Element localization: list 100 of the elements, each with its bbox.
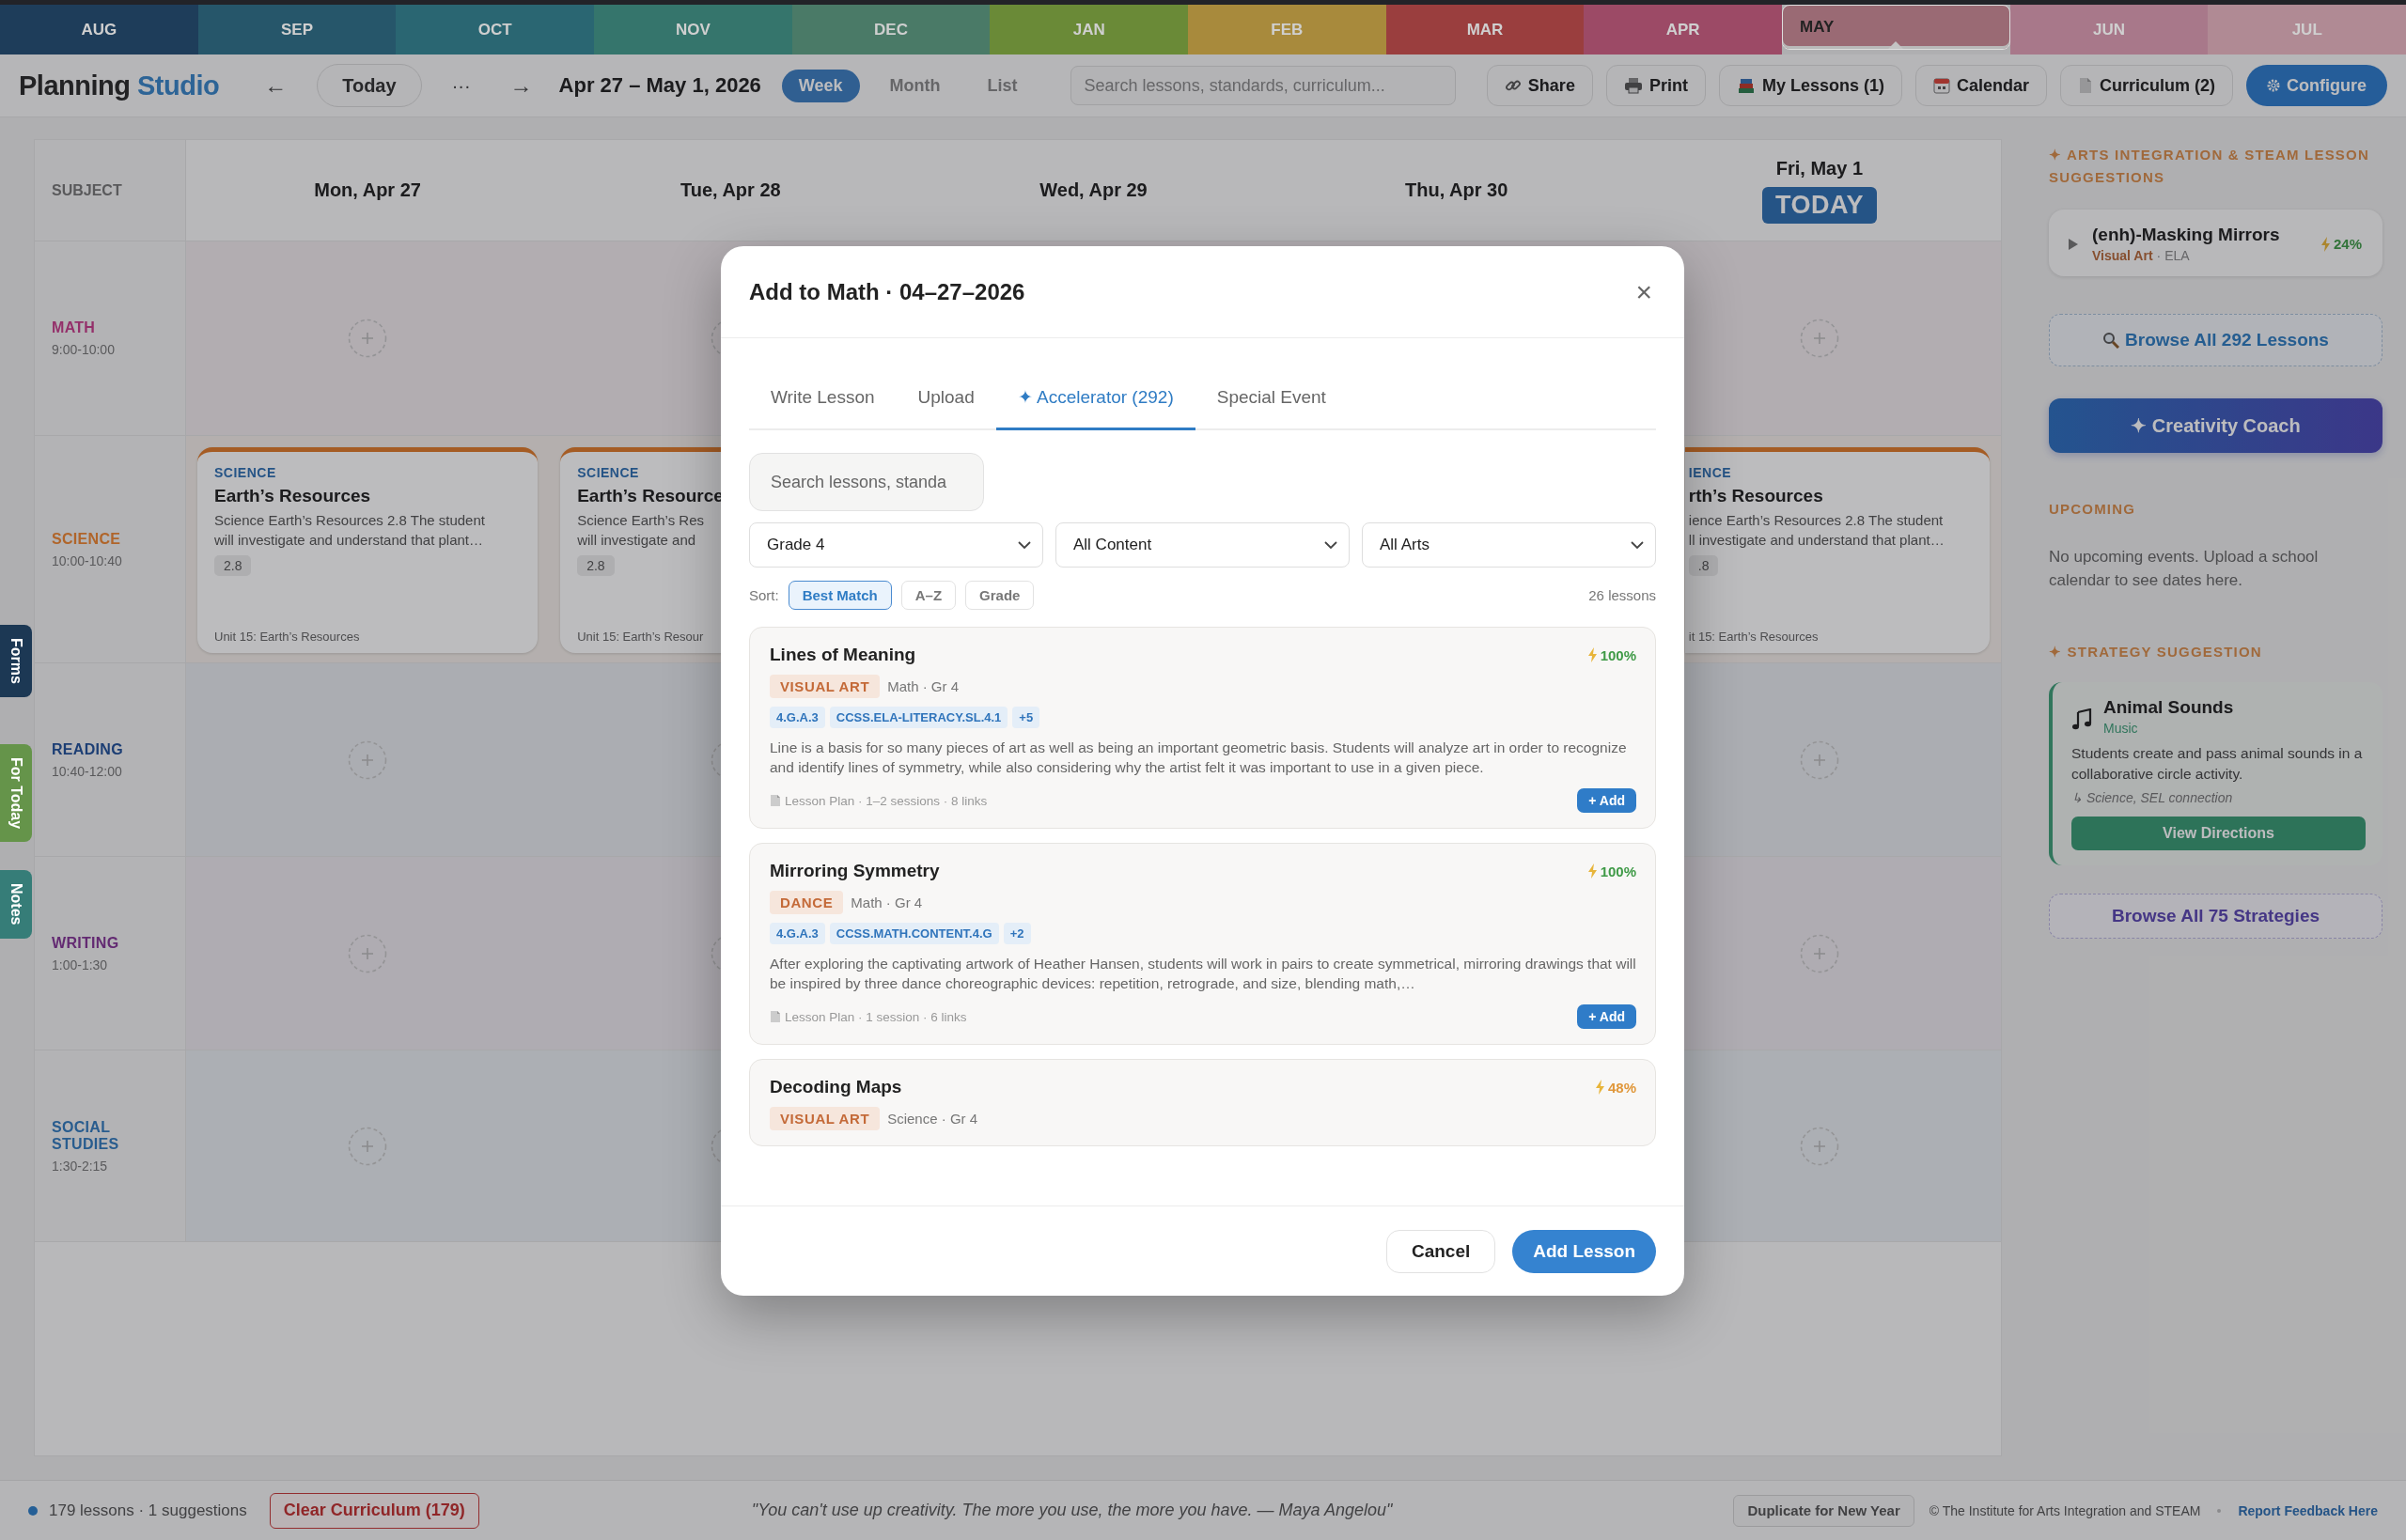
printer-icon (1623, 77, 1643, 94)
chevron-down-icon (1324, 540, 1337, 550)
month-segment[interactable]: MAR (1385, 5, 1585, 54)
add-icon[interactable] (348, 1126, 388, 1166)
cancel-button[interactable]: Cancel (1385, 1229, 1496, 1273)
side-tab[interactable]: For Today (0, 743, 32, 843)
day-header: Mon, Apr 27 (314, 179, 421, 201)
side-tab[interactable]: Forms (0, 625, 32, 697)
filter-dropdown[interactable]: All Arts (1362, 522, 1656, 568)
result-count: 26 lessons (1588, 587, 1656, 603)
toolbar-button[interactable]: Print (1605, 65, 1706, 106)
add-icon[interactable] (1799, 319, 1839, 358)
more-button[interactable]: ··· (442, 74, 480, 97)
day-header: Tue, Apr 28 (680, 179, 781, 201)
search-field[interactable]: Search lessons, standards, curriculum... (1070, 66, 1456, 105)
view-tab[interactable]: List (970, 69, 1035, 102)
suggestion-card[interactable]: (enh)-Masking Mirrors Visual Art · ELA 24% (2049, 210, 2383, 276)
more-tag[interactable]: +5 (1012, 707, 1040, 728)
unit-label: it 15: Earth’s Resources (1688, 630, 1819, 644)
month-segment[interactable]: MAY (1782, 5, 2010, 50)
toolbar-button[interactable]: Calendar (1914, 65, 2047, 106)
add-icon[interactable] (1799, 1126, 1839, 1166)
lesson-card[interactable] (749, 843, 1656, 1045)
close-button[interactable]: × (1632, 277, 1656, 306)
subject-label: · ELA (2156, 248, 2190, 263)
toolbar-button[interactable]: Share (1486, 65, 1593, 106)
section-heading: ✦ ARTS INTEGRATION & STEAM LESSON SUGGESTIONS (2049, 146, 2370, 187)
previous-week-button[interactable]: ← (255, 72, 297, 99)
subject-name: MATH (52, 319, 97, 336)
dialog-title: Add to Math · 04–27–2026 (749, 278, 1025, 305)
month-segment[interactable]: AUG (0, 5, 198, 54)
add-lesson-button[interactable]: Add Lesson (1512, 1229, 1656, 1273)
empty-message: No upcoming events. Upload a school calendar to see dates here. (2049, 547, 2320, 591)
match-score: 100% (1600, 646, 1636, 663)
add-icon[interactable] (348, 319, 388, 358)
bolt-icon (1586, 647, 1598, 662)
browse-lessons-button[interactable]: Browse All 292 Lessons (2049, 314, 2383, 366)
dialog-tab[interactable]: ✦ Accelerator (292) (995, 366, 1195, 430)
month-segment[interactable]: OCT (396, 5, 594, 54)
toolbar-button[interactable]: Curriculum (2) (2060, 65, 2233, 106)
lesson-card[interactable] (749, 627, 1656, 829)
add-icon[interactable] (348, 933, 388, 973)
lesson-title: Earth’s Resources (214, 486, 371, 506)
sort-option[interactable]: Best Match (788, 581, 892, 610)
sort-option[interactable]: Grade (965, 581, 1035, 610)
lesson-card[interactable]: IENCE rth’s Resources ience Earth’s Resources 2.8 The student ll investigate and understand that plant… .8 it 15: Earth’s Resources (1684, 447, 1990, 653)
month-segment[interactable]: JAN (990, 5, 1189, 54)
more-tag[interactable]: +2 (1003, 923, 1031, 944)
day-header: Wed, Apr 29 (1039, 179, 1148, 201)
add-button[interactable]: + Add (1577, 788, 1636, 813)
match-score: 100% (1600, 863, 1636, 879)
lesson-card[interactable]: Decoding Maps 48% VISUAL ART Science · Gr 4 (749, 1059, 1656, 1146)
play-icon (2068, 237, 2079, 251)
subject-label: IENCE (1688, 465, 1732, 480)
app-title: Planning Studio (19, 70, 220, 101)
lesson-title: Mirroring Symmetry (770, 861, 940, 881)
lesson-title: Lines of Meaning (770, 645, 916, 665)
today-button[interactable]: Today (317, 64, 422, 107)
lesson-description: will investigate and understand that plant… (214, 531, 483, 550)
month-segment[interactable]: NOV (594, 5, 792, 54)
sort-option[interactable]: A–Z (900, 581, 957, 610)
next-week-button[interactable]: → (500, 72, 542, 99)
feedback-link[interactable]: Report Feedback Here (2238, 1502, 2378, 1518)
view-tab[interactable]: Week (781, 69, 860, 102)
add-icon[interactable] (1799, 739, 1839, 780)
view-directions-button[interactable]: View Directions (2071, 817, 2366, 850)
document-icon (770, 1010, 781, 1023)
month-segment[interactable]: JUN (2009, 5, 2209, 54)
subject-name: READING (52, 740, 124, 758)
dialog-tab[interactable]: Special Event (1195, 366, 1348, 430)
add-icon[interactable] (348, 739, 388, 780)
duplicate-button[interactable]: Duplicate for New Year (1733, 1494, 1914, 1527)
copyright-text: © The Institute for Arts Integration and STEAM (1929, 1502, 2201, 1518)
subject-grade: Science · Gr 4 (887, 1111, 978, 1127)
search-field[interactable]: Search lessons, standa (749, 453, 984, 511)
clear-curriculum-button[interactable]: Clear Curriculum (179) (269, 1492, 479, 1529)
toolbar-button[interactable]: Configure (2246, 65, 2387, 106)
browse-strategies-button[interactable]: Browse All 75 Strategies (2049, 894, 2383, 939)
time-range: 10:40-12:00 (52, 763, 123, 779)
add-icon[interactable] (1799, 933, 1839, 973)
add-button[interactable]: + Add (1577, 1004, 1636, 1029)
view-tab[interactable]: Month (872, 69, 958, 102)
dialog-tab[interactable]: Upload (896, 366, 996, 430)
toolbar-button[interactable]: My Lessons (1) (1718, 65, 1902, 106)
month-segment[interactable]: SEP (197, 5, 397, 54)
lesson-card[interactable]: SCIENCE Earth’s Resources Science Earth’s Resources 2.8 The student will investigate and understand that plant… 2.8 Unit 15: Earth’s Resources (197, 447, 539, 653)
dialog-tab[interactable]: Write Lesson (749, 366, 897, 430)
lesson-description: Science Earth’s Res (577, 511, 704, 530)
side-tab[interactable]: Notes (0, 870, 32, 939)
unit-label: Unit 15: Earth’s Resources (214, 630, 360, 644)
month-segment[interactable]: APR (1584, 5, 1783, 54)
filter-dropdown[interactable]: All Content (1055, 522, 1350, 568)
creativity-coach-button[interactable]: ✦ Creativity Coach (2049, 398, 2383, 453)
filter-dropdown[interactable]: Grade 4 (749, 522, 1043, 568)
chevron-down-icon (1631, 540, 1644, 550)
unit-label: Unit 15: Earth’s Resour (577, 630, 704, 644)
month-segment[interactable]: DEC (791, 5, 991, 54)
standard-tag: 4.G.A.3 (770, 923, 825, 944)
section-heading: ✦ STRATEGY SUGGESTION (2049, 643, 2263, 661)
document-icon (2078, 77, 2093, 94)
